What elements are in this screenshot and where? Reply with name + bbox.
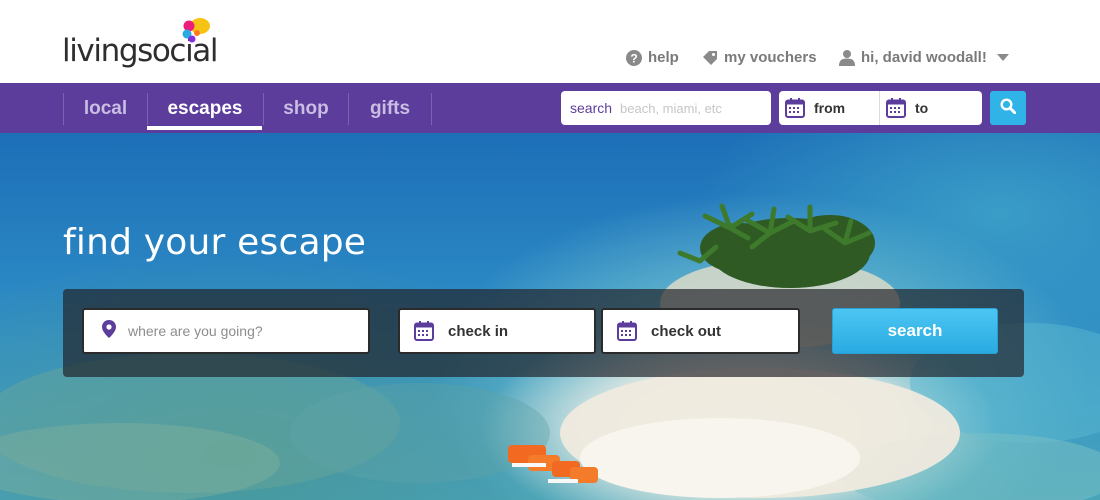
- user-greeting: hi, david woodall!: [861, 49, 987, 66]
- logo-bubbles-icon: [182, 18, 210, 43]
- destination-input[interactable]: [128, 323, 358, 339]
- nav-divider: [431, 93, 432, 125]
- active-tab-indicator: [147, 126, 262, 130]
- tab-shop[interactable]: shop: [264, 98, 348, 120]
- my-vouchers-label: my vouchers: [724, 49, 817, 66]
- user-menu[interactable]: hi, david woodall!: [839, 49, 1009, 66]
- nav-search-label: search: [570, 100, 613, 116]
- chevron-down-icon[interactable]: [996, 54, 1009, 61]
- calendar-icon: [886, 98, 906, 118]
- check-out-picker[interactable]: check out: [601, 308, 800, 354]
- from-date-picker[interactable]: from: [779, 91, 880, 125]
- nav-search-input[interactable]: [620, 100, 741, 116]
- to-date-label: to: [915, 100, 929, 116]
- tab-gifts[interactable]: gifts: [349, 98, 431, 120]
- location-pin-icon: [102, 319, 116, 343]
- escape-search-panel: check in check out search: [63, 289, 1024, 377]
- check-in-picker[interactable]: check in: [398, 308, 596, 354]
- hero-banner: find your escape check in check out sear…: [0, 133, 1100, 500]
- nav-search-box[interactable]: search: [561, 91, 771, 125]
- destination-field[interactable]: [82, 308, 370, 354]
- calendar-icon: [617, 321, 637, 341]
- search-icon: [1000, 97, 1017, 119]
- tab-escapes[interactable]: escapes: [148, 98, 262, 120]
- hero-title: find your escape: [63, 222, 367, 263]
- calendar-icon: [785, 98, 805, 118]
- tag-icon: [702, 50, 718, 66]
- from-date-label: from: [814, 100, 846, 116]
- calendar-icon: [414, 321, 434, 341]
- help-link[interactable]: ? help: [626, 49, 679, 66]
- tab-local[interactable]: local: [64, 98, 147, 120]
- search-button[interactable]: search: [832, 308, 998, 354]
- nav-search-button[interactable]: [990, 91, 1026, 125]
- my-vouchers-link[interactable]: my vouchers: [702, 49, 817, 66]
- help-icon: ?: [626, 49, 642, 66]
- to-date-picker[interactable]: to: [880, 91, 982, 125]
- livingsocial-logo[interactable]: livingsocial: [62, 17, 222, 75]
- check-out-label: check out: [651, 322, 722, 340]
- site-header: livingsocial ? help my vouchers hi, davi…: [0, 0, 1100, 83]
- svg-text:?: ?: [630, 51, 637, 65]
- user-icon: [839, 49, 855, 66]
- nav-date-range: from to: [779, 91, 982, 125]
- check-in-label: check in: [448, 322, 509, 340]
- help-label: help: [648, 49, 679, 66]
